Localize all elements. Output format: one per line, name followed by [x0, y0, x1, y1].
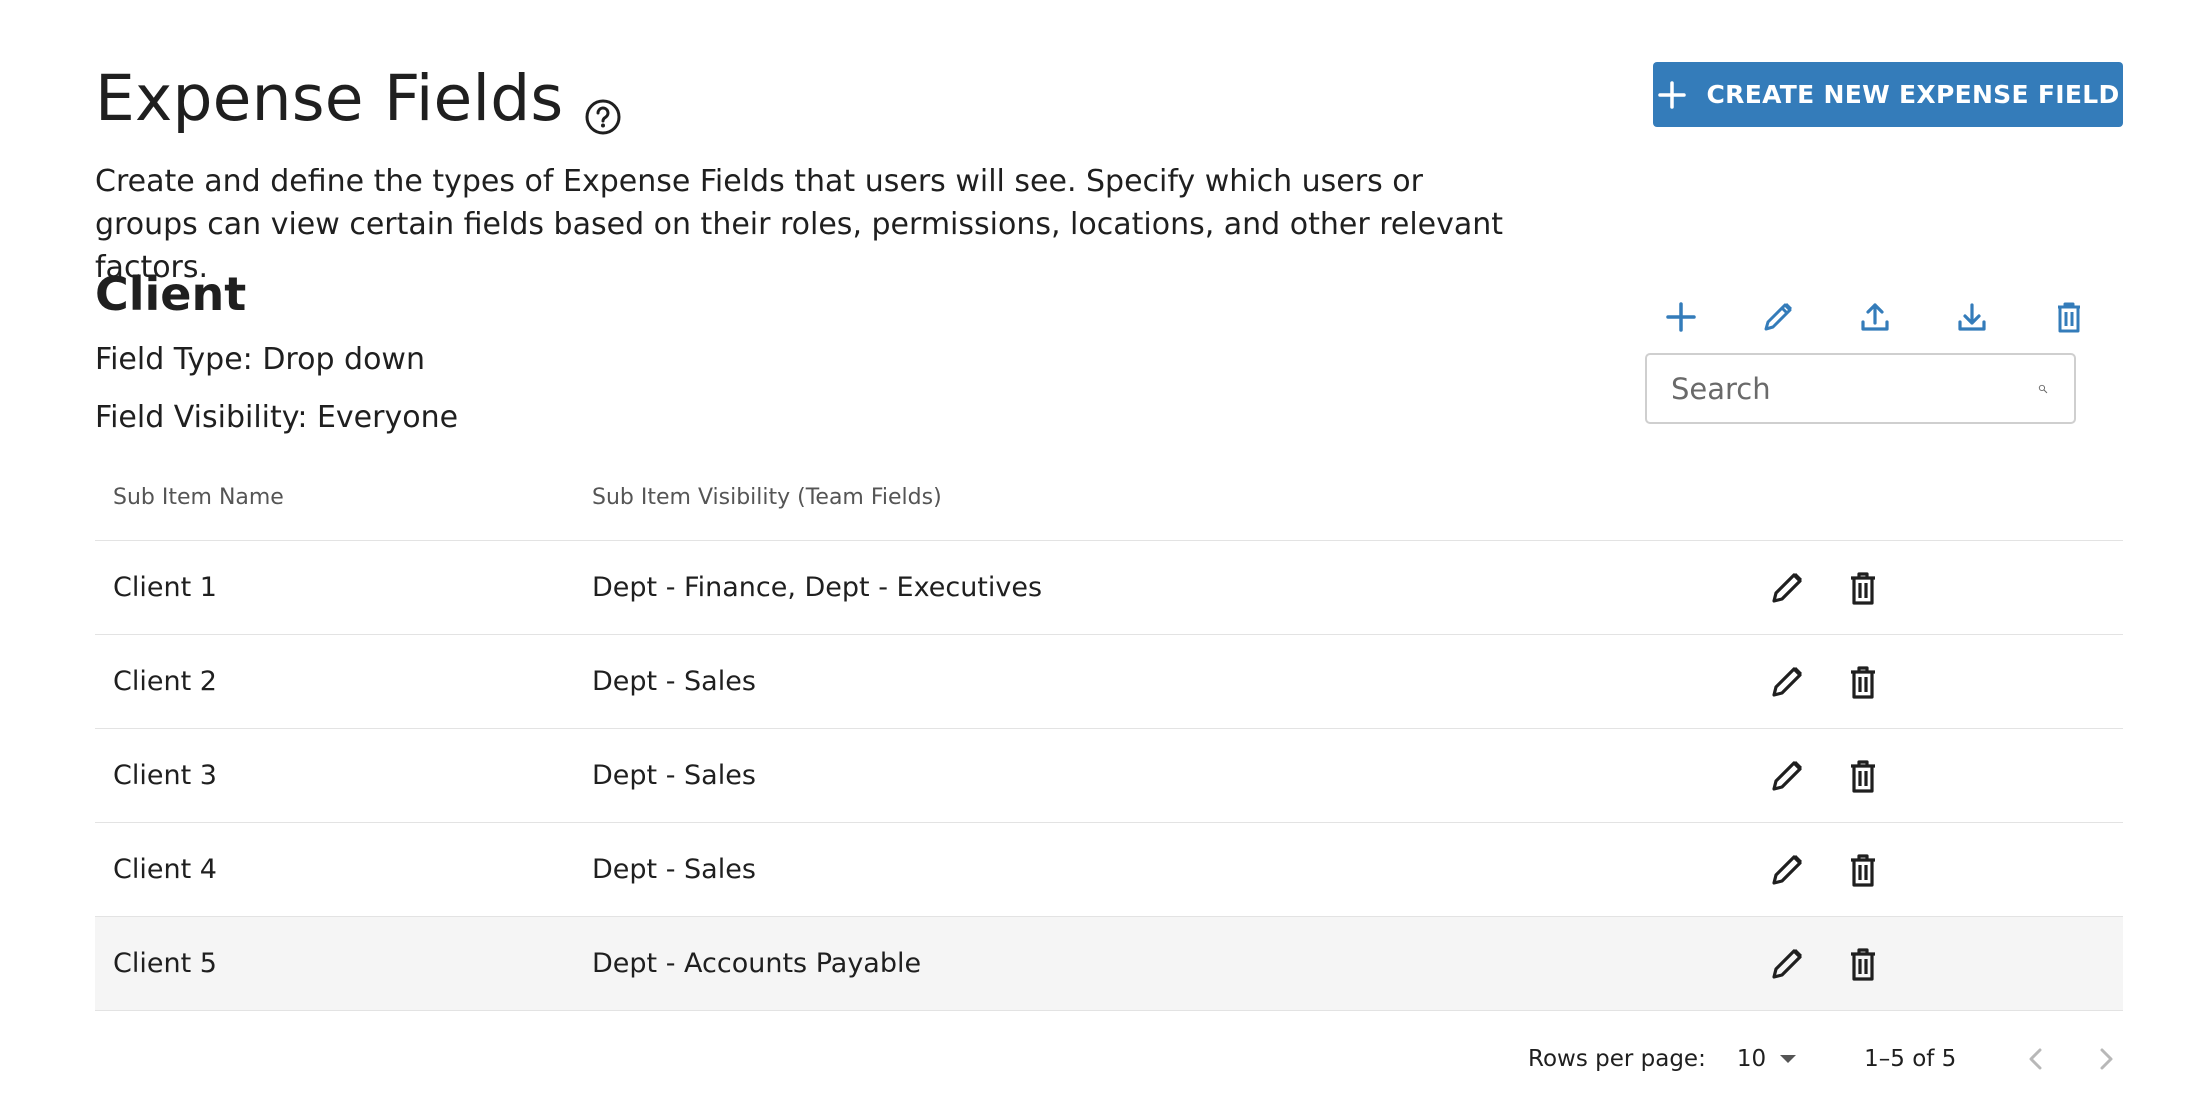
edit-row-button[interactable]: [1767, 756, 1807, 796]
pagination-range: 1–5 of 5: [1864, 1046, 1957, 1072]
edit-row-button[interactable]: [1767, 944, 1807, 984]
plus-icon: [1657, 80, 1686, 109]
row-actions: [1767, 944, 1883, 984]
trash-icon: [2058, 302, 2080, 333]
table-row: Client 5 Dept - Accounts Payable: [95, 917, 2123, 1011]
search-box: [1645, 353, 2076, 424]
sub-item-name: Client 5: [113, 948, 217, 979]
chevron-right-icon: [2100, 1048, 2113, 1070]
edit-row-button[interactable]: [1767, 850, 1807, 890]
field-type-label: Field Type: Drop down: [95, 342, 425, 377]
delete-row-button[interactable]: [1843, 756, 1883, 796]
search-icon[interactable]: [2038, 370, 2048, 408]
row-actions: [1767, 568, 1883, 608]
column-header-sub-item-visibility[interactable]: Sub Item Visibility (Team Fields): [592, 485, 1767, 510]
row-actions: [1767, 756, 1883, 796]
section-title: Client: [95, 267, 247, 321]
row-actions: [1767, 850, 1883, 890]
create-button-label: CREATE NEW EXPENSE FIELD: [1706, 80, 2120, 109]
edit-row-button[interactable]: [1767, 662, 1807, 702]
sub-item-name: Client 2: [113, 666, 217, 697]
rows-per-page-value: 10: [1736, 1046, 1767, 1072]
sub-items-table: Sub Item Name Sub Item Visibility (Team …: [95, 455, 2123, 1011]
sub-item-visibility: Dept - Finance, Dept - Executives: [592, 572, 1043, 603]
page-description: Create and define the types of Expense F…: [95, 164, 1504, 285]
sub-item-name: Client 3: [113, 760, 217, 791]
page-title-text: Expense Fields: [95, 62, 564, 135]
pencil-icon: [1772, 666, 1802, 697]
upload-icon: [1861, 303, 1889, 331]
rows-per-page-label: Rows per page:: [1528, 1046, 1706, 1072]
trash-icon: [1851, 853, 1875, 887]
download-icon: [1958, 303, 1986, 331]
table-row: Client 4 Dept - Sales: [95, 823, 2123, 917]
sub-item-visibility: Dept - Sales: [592, 666, 756, 697]
delete-row-button[interactable]: [1843, 662, 1883, 702]
add-item-button[interactable]: [1650, 292, 1712, 342]
delete-row-button[interactable]: [1843, 850, 1883, 890]
table-header: Sub Item Name Sub Item Visibility (Team …: [95, 455, 2123, 541]
trash-icon: [1851, 665, 1875, 699]
table-row: Client 2 Dept - Sales: [95, 635, 2123, 729]
caret-down-icon: [1780, 1055, 1797, 1063]
delete-row-button[interactable]: [1843, 568, 1883, 608]
edit-row-button[interactable]: [1767, 568, 1807, 608]
search-input[interactable]: [1671, 371, 2038, 406]
toolbar: [1650, 292, 2100, 342]
trash-icon: [1851, 947, 1875, 981]
sub-item-visibility: Dept - Accounts Payable: [592, 948, 922, 979]
sub-item-visibility: Dept - Sales: [592, 760, 756, 791]
upload-button[interactable]: [1844, 292, 1906, 342]
sub-item-name: Client 4: [113, 854, 217, 885]
trash-icon: [1851, 571, 1875, 605]
delete-row-button[interactable]: [1843, 944, 1883, 984]
pencil-icon: [1764, 303, 1792, 331]
trash-icon: [1851, 759, 1875, 793]
previous-page-button[interactable]: [2012, 1035, 2060, 1083]
create-new-expense-field-button[interactable]: CREATE NEW EXPENSE FIELD: [1653, 62, 2123, 127]
table-row: Client 3 Dept - Sales: [95, 729, 2123, 823]
rows-per-page-select[interactable]: 10: [1736, 1046, 1797, 1072]
pagination: Rows per page: 10 1–5 of 5: [1528, 1035, 2130, 1083]
edit-field-button[interactable]: [1747, 292, 1809, 342]
page-title: Expense Fields: [95, 62, 623, 135]
next-page-button[interactable]: [2082, 1035, 2130, 1083]
plus-icon: [1666, 302, 1696, 332]
chevron-left-icon: [2029, 1048, 2042, 1070]
download-button[interactable]: [1941, 292, 2003, 342]
pencil-icon: [1772, 760, 1802, 791]
column-header-sub-item-name[interactable]: Sub Item Name: [95, 485, 592, 510]
delete-field-button[interactable]: [2038, 292, 2100, 342]
pencil-icon: [1772, 572, 1802, 603]
field-visibility-label: Field Visibility: Everyone: [95, 400, 459, 435]
sub-item-name: Client 1: [113, 572, 217, 603]
row-actions: [1767, 662, 1883, 702]
help-icon[interactable]: [583, 79, 623, 134]
pencil-icon: [1772, 948, 1802, 979]
table-row: Client 1 Dept - Finance, Dept - Executiv…: [95, 541, 2123, 635]
sub-item-visibility: Dept - Sales: [592, 854, 756, 885]
pencil-icon: [1772, 854, 1802, 885]
